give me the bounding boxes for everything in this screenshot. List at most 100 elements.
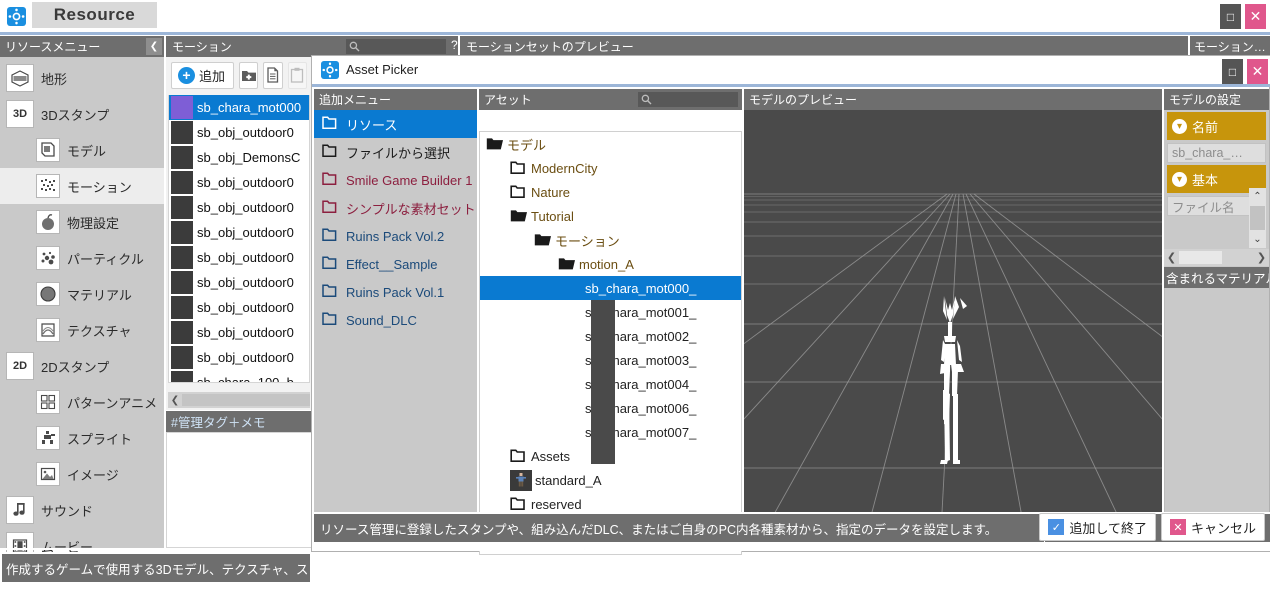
add-menu-item-5[interactable]: Effect__Sample: [314, 250, 477, 278]
app-logo-icon: [7, 7, 26, 26]
paste-button[interactable]: [288, 62, 307, 89]
scroll-left-icon[interactable]: ❮: [168, 395, 182, 406]
dialog-close-button[interactable]: ✕: [1247, 59, 1268, 84]
asset-tree-node-label: ModernCity: [531, 161, 597, 176]
motion-list-item[interactable]: sb_chara_mot000: [169, 95, 309, 120]
motion-list-item[interactable]: sb_obj_outdoor0: [169, 345, 309, 370]
maximize-button[interactable]: □: [1220, 4, 1241, 29]
sidebar-item-0[interactable]: 地形: [0, 60, 164, 96]
add-menu-item-2[interactable]: Smile Game Builder 1: [314, 166, 477, 194]
asset-tree-node[interactable]: モーション: [480, 228, 741, 252]
sidebar-item-4[interactable]: 物理設定: [0, 204, 164, 240]
motion-list[interactable]: sb_chara_mot000sb_obj_outdoor0sb_obj_Dem…: [168, 95, 310, 383]
add-menu-item-7[interactable]: Sound_DLC: [314, 306, 477, 334]
folder-icon: [510, 161, 528, 176]
asset-tree-node[interactable]: motion_A: [480, 252, 741, 276]
add-button[interactable]: + 追加: [171, 62, 234, 89]
confirm-button[interactable]: ✓ 追加して終了: [1039, 513, 1156, 541]
motion-memo-area[interactable]: [166, 432, 312, 548]
close-button[interactable]: ✕: [1245, 4, 1266, 29]
settings-vscrollbar[interactable]: ⌃ ⌄: [1249, 188, 1266, 248]
section-name-header[interactable]: ▾ 名前: [1167, 112, 1266, 140]
sidebar-item-2[interactable]: モデル: [0, 132, 164, 168]
add-menu-item-1[interactable]: ファイルから選択: [314, 138, 477, 166]
sidebar-item-label: サウンド: [41, 501, 93, 520]
cancel-button[interactable]: ✕ キャンセル: [1161, 513, 1265, 541]
3d-stamp-icon: 3D: [6, 100, 34, 128]
asset-search-input[interactable]: [638, 92, 738, 107]
motion-list-item[interactable]: sb_obj_outdoor0: [169, 195, 309, 220]
motion-list-item[interactable]: sb_chara_100_b: [169, 370, 309, 383]
plus-icon: +: [178, 67, 195, 84]
sidebar-item-1[interactable]: 3D3Dスタンプ: [0, 96, 164, 132]
motion-help-icon[interactable]: ?: [451, 38, 458, 52]
asset-tree-node[interactable]: モデル: [480, 132, 741, 156]
asset-tree-node[interactable]: standard_A: [480, 468, 741, 492]
sidebar-item-6[interactable]: マテリアル: [0, 276, 164, 312]
motion-list-hscrollbar[interactable]: ❮: [168, 392, 310, 408]
sidebar-item-9[interactable]: パターンアニメ: [0, 384, 164, 420]
motion-list-item[interactable]: sb_obj_outdoor0: [169, 245, 309, 270]
asset-tree-node[interactable]: Nature: [480, 180, 741, 204]
copy-button[interactable]: [263, 62, 282, 89]
sidebar-item-8[interactable]: 2D2Dスタンプ: [0, 348, 164, 384]
sidebar-item-12[interactable]: サウンド: [0, 492, 164, 528]
sidebar-header: リソースメニュー ❮: [0, 36, 164, 57]
sidebar-item-3[interactable]: モーション: [0, 168, 164, 204]
add-menu-item-6[interactable]: Ruins Pack Vol.1: [314, 278, 477, 306]
motion-list-item[interactable]: sb_obj_DemonsC: [169, 145, 309, 170]
motion-search-input[interactable]: [346, 39, 446, 54]
asset-tree-node[interactable]: Tutorial: [480, 204, 741, 228]
add-menu-item-0[interactable]: リソース: [314, 110, 477, 138]
motion-list-item[interactable]: sb_obj_outdoor0: [169, 295, 309, 320]
chevron-down-icon: ▾: [1172, 119, 1187, 134]
list-item-thumbnail: [171, 321, 193, 344]
materials-list[interactable]: [1164, 288, 1269, 534]
image-icon: [36, 462, 60, 486]
motion-list-item[interactable]: sb_obj_outdoor0: [169, 120, 309, 145]
sidebar-item-7[interactable]: テクスチャ: [0, 312, 164, 348]
motion-list-item[interactable]: sb_obj_outdoor0: [169, 320, 309, 345]
motion-list-item[interactable]: sb_obj_outdoor0: [169, 170, 309, 195]
motion-panel-header: モーション ?: [166, 36, 458, 57]
motion-list-item[interactable]: sb_obj_outdoor0: [169, 270, 309, 295]
asset-tree-node-label: Nature: [531, 185, 570, 200]
add-menu-item-label: Effect__Sample: [346, 257, 438, 272]
model-preview-viewport[interactable]: [744, 110, 1162, 550]
model-preview-header: モデルのプレビュー: [744, 89, 1162, 110]
paste-icon: [289, 67, 305, 83]
sidebar-collapse-icon[interactable]: ❮: [146, 38, 162, 55]
asset-tree-node[interactable]: sb_chara_mot000_: [480, 276, 741, 300]
sidebar-item-label: マテリアル: [67, 285, 132, 304]
motion-list-item[interactable]: sb_obj_outdoor0: [169, 220, 309, 245]
motion-list-item-label: sb_obj_outdoor0: [197, 250, 294, 265]
tree-inner-vscrollbar[interactable]: [591, 300, 615, 464]
add-menu-item-4[interactable]: Ruins Pack Vol.2: [314, 222, 477, 250]
add-menu-list[interactable]: リソースファイルから選択Smile Game Builder 1シンプルな素材セ…: [314, 110, 477, 534]
list-item-thumbnail: [171, 246, 193, 269]
settings-hscrollbar[interactable]: ❮ ❯: [1164, 249, 1269, 266]
preview-3d-scene: [744, 110, 1162, 550]
asset-tree-header: アセット: [479, 89, 742, 110]
scroll-left-icon[interactable]: ❮: [1164, 251, 1179, 264]
dialog-maximize-button[interactable]: □: [1222, 59, 1243, 84]
sidebar-item-10[interactable]: スプライト: [0, 420, 164, 456]
motion-icon: [36, 174, 60, 198]
name-field[interactable]: sb_chara_…: [1167, 143, 1266, 163]
sound-icon: [6, 496, 34, 524]
asset-tree[interactable]: モデル ModernCity Nature Tutorialモーションmotion_A…: [479, 131, 742, 555]
asset-tree-node-label: モデル: [507, 135, 546, 154]
scroll-track[interactable]: [182, 394, 310, 406]
folder-open-icon: [486, 137, 504, 152]
scroll-up-icon[interactable]: ⌃: [1249, 188, 1266, 205]
close-icon: ✕: [1170, 519, 1186, 535]
scroll-thumb[interactable]: [1250, 206, 1265, 230]
asset-tree-node[interactable]: ModernCity: [480, 156, 741, 180]
scroll-right-icon[interactable]: ❯: [1254, 251, 1269, 264]
scroll-thumb[interactable]: [1179, 251, 1222, 264]
add-menu-item-3[interactable]: シンプルな素材セット: [314, 194, 477, 222]
scroll-down-icon[interactable]: ⌄: [1249, 231, 1266, 248]
sidebar-item-5[interactable]: パーティクル: [0, 240, 164, 276]
new-file-button[interactable]: [239, 62, 258, 89]
sidebar-item-11[interactable]: イメージ: [0, 456, 164, 492]
